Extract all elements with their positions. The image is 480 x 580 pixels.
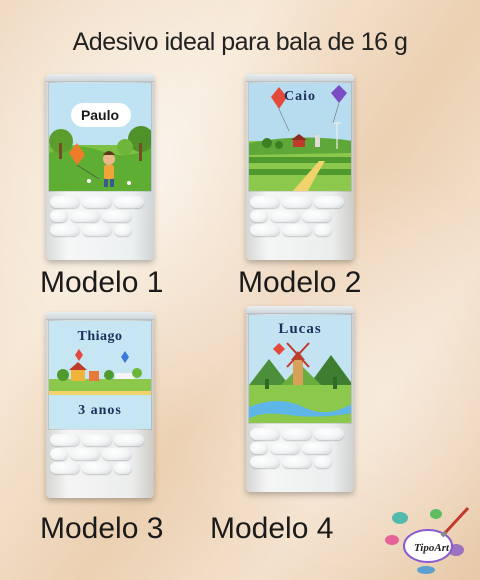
model-3-label: Modelo 3	[40, 512, 164, 545]
mint-box-3: Thiago 3 anos	[46, 312, 154, 498]
sticker-name: Paulo	[80, 107, 120, 123]
mint-box-4: Lucas	[246, 306, 354, 492]
box-lid	[46, 74, 154, 82]
sticker-model-3: Thiago 3 anos	[48, 320, 152, 430]
sticker-name: Thiago	[77, 329, 123, 344]
sticker-model-1: Paulo	[48, 82, 152, 192]
model-4-label: Modelo 4	[210, 512, 334, 545]
sticker-model-2: Caio	[248, 82, 352, 192]
sticker-age: 3 anos	[78, 403, 122, 418]
sticker-1-illustration	[49, 83, 151, 191]
model-1-label: Modelo 1	[40, 266, 164, 299]
box-lid	[246, 306, 354, 314]
mints	[250, 196, 350, 254]
mints	[50, 434, 150, 492]
box-lid	[46, 312, 154, 320]
box-lid	[246, 74, 354, 82]
page-title: Adesivo ideal para bala de 16 g	[72, 28, 408, 56]
sticker-name: Caio	[284, 89, 316, 104]
mints	[250, 428, 350, 486]
sticker-model-4: Lucas	[248, 314, 352, 424]
mint-box-1: Paulo	[46, 74, 154, 260]
logo-paint-splash	[385, 506, 470, 574]
mints	[50, 196, 150, 254]
sticker-name: Lucas	[278, 321, 322, 337]
tipoart-logo: TipoArt	[378, 504, 474, 576]
model-2-label: Modelo 2	[238, 266, 362, 299]
logo-text: TipoArt	[414, 542, 450, 554]
mint-box-2: Caio	[246, 74, 354, 260]
